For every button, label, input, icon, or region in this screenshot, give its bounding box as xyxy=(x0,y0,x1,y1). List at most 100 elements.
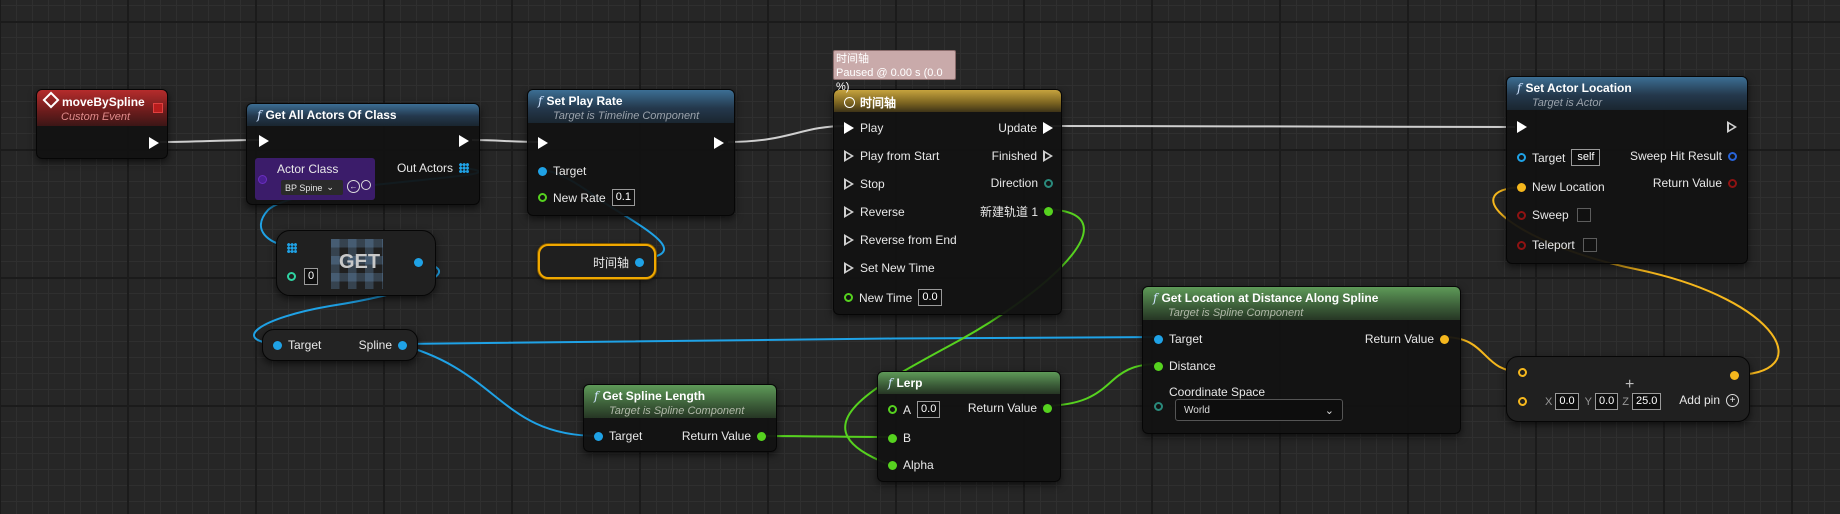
class-pin[interactable] xyxy=(258,175,267,184)
stop-label: Stop xyxy=(860,177,885,191)
new-time-pin[interactable] xyxy=(844,293,853,302)
set-new-time-pin[interactable] xyxy=(844,262,854,274)
target-pin[interactable] xyxy=(273,340,282,350)
delegate-pin[interactable] xyxy=(153,103,163,113)
z-label: Z xyxy=(1622,395,1630,408)
function-icon: f xyxy=(1517,81,1522,95)
sweep-checkbox[interactable] xyxy=(1576,208,1591,222)
b-pin[interactable] xyxy=(888,433,897,443)
return-value-pin[interactable] xyxy=(1043,403,1052,413)
spline-getter-node[interactable]: Target Spline xyxy=(262,329,418,361)
timeline-node[interactable]: 时间轴 Play Play from Start Stop Reverse Re… xyxy=(833,89,1062,315)
y-field[interactable]: 0.0 xyxy=(1594,393,1619,410)
play-from-start-label: Play from Start xyxy=(860,149,940,163)
y-label: Y xyxy=(1584,395,1592,408)
get-label: GET xyxy=(339,251,381,273)
play-pin[interactable] xyxy=(844,122,854,134)
timeline-out-pin[interactable] xyxy=(635,258,644,267)
coord-space-dropdown[interactable]: World ⌄ xyxy=(1175,399,1343,421)
alpha-pin[interactable] xyxy=(888,460,897,470)
target-pin[interactable] xyxy=(538,166,547,176)
b-label: B xyxy=(903,431,912,445)
sweep-pin[interactable] xyxy=(1517,210,1526,220)
reverse-pin[interactable] xyxy=(844,206,854,218)
function-icon: f xyxy=(257,108,262,122)
finished-pin[interactable] xyxy=(1043,150,1053,162)
teleport-pin[interactable] xyxy=(1517,240,1526,250)
vector-add-node[interactable]: + X 0.0 Y 0.0 Z 25.0 Add pin + xyxy=(1506,356,1750,422)
index-pin[interactable] xyxy=(287,272,296,281)
set-actor-location-node[interactable]: f Set Actor Location Target is Actor Targ… xyxy=(1506,76,1748,264)
coord-space-pin[interactable] xyxy=(1154,402,1163,411)
play-from-start-pin[interactable] xyxy=(844,150,854,162)
exec-in-pin[interactable] xyxy=(259,135,269,147)
getlocation-title: Get Location at Distance Along Spline xyxy=(1161,291,1379,305)
a-pin[interactable] xyxy=(888,405,897,414)
add-pin-button[interactable]: Add pin + xyxy=(1679,393,1739,407)
use-selected-icon[interactable]: ← xyxy=(347,180,360,193)
add-in-pin-b[interactable] xyxy=(1518,397,1527,406)
exec-out-pin[interactable] xyxy=(149,137,159,149)
direction-pin[interactable] xyxy=(1044,178,1053,188)
teleport-checkbox[interactable] xyxy=(1582,238,1597,252)
timeline-variable-node[interactable]: 时间轴 xyxy=(538,244,656,279)
exec-out-pin[interactable] xyxy=(714,137,724,149)
target-pin[interactable] xyxy=(1154,334,1163,344)
index-field[interactable]: 0 xyxy=(304,268,319,285)
array-pin-icon[interactable] xyxy=(287,243,297,253)
x-field[interactable]: 0.0 xyxy=(1555,393,1579,410)
return-value-pin[interactable] xyxy=(1440,334,1449,344)
actor-class-box[interactable]: Actor Class BP Spine ⌄ ← xyxy=(255,158,375,200)
lerp-node[interactable]: f Lerp A 0.0 B Alpha Return Value xyxy=(877,371,1061,482)
reverse-from-end-pin[interactable] xyxy=(844,234,854,246)
track-pin[interactable] xyxy=(1044,207,1053,216)
add-in-pin-a[interactable] xyxy=(1518,368,1527,377)
new-time-field[interactable]: 0.0 xyxy=(918,289,942,306)
exec-in-pin[interactable] xyxy=(538,137,548,149)
exec-out-pin[interactable] xyxy=(1727,121,1737,133)
target-self-field[interactable]: self xyxy=(1571,149,1601,166)
get-spline-length-node[interactable]: f Get Spline Length Target is Spline Comp… xyxy=(583,384,777,452)
get-all-actors-node[interactable]: f Get All Actors Of Class Actor Class BP … xyxy=(246,103,480,205)
new-rate-field[interactable]: 0.1 xyxy=(611,189,635,206)
setplayrate-title: Set Play Rate xyxy=(546,94,623,108)
stop-pin[interactable] xyxy=(844,178,854,190)
z-field[interactable]: 25.0 xyxy=(1632,393,1662,410)
custom-event-node[interactable]: moveBySpline Custom Event xyxy=(36,89,168,159)
chevron-down-icon: ⌄ xyxy=(1324,404,1334,417)
getlocation-subtitle: Target is Spline Component xyxy=(1168,307,1304,319)
update-pin[interactable] xyxy=(1043,122,1053,134)
get-array-node[interactable]: GET 0 xyxy=(276,230,436,296)
sweep-hit-pin[interactable] xyxy=(1728,151,1737,161)
alpha-label: Alpha xyxy=(903,458,934,472)
return-value-pin[interactable] xyxy=(1728,178,1737,188)
target-pin[interactable] xyxy=(1517,153,1526,162)
tooltip-title: 时间轴 xyxy=(836,53,869,65)
set-play-rate-node[interactable]: f Set Play Rate Target is Timeline Compon… xyxy=(527,89,735,216)
wire-exec-setplayrate-to-play xyxy=(727,125,847,143)
new-location-pin[interactable] xyxy=(1517,182,1526,192)
get-out-pin[interactable] xyxy=(414,258,423,267)
new-rate-pin[interactable] xyxy=(538,193,547,202)
distance-pin[interactable] xyxy=(1154,361,1163,371)
return-value-pin[interactable] xyxy=(757,431,766,441)
exec-out-pin[interactable] xyxy=(459,135,469,147)
actor-class-dropdown[interactable]: BP Spine ⌄ xyxy=(281,180,343,195)
actor-class-label: Actor Class xyxy=(277,162,339,176)
timeline-tooltip: 时间轴 Paused @ 0.00 s (0.0 %) xyxy=(833,50,956,93)
finished-label: Finished xyxy=(991,149,1037,163)
get-location-node[interactable]: f Get Location at Distance Along Spline T… xyxy=(1142,286,1461,434)
distance-label: Distance xyxy=(1169,359,1216,373)
spline-out-pin[interactable] xyxy=(398,340,407,350)
setplayrate-subtitle: Target is Timeline Component xyxy=(553,110,700,122)
wire-spline-to-getsplinelength xyxy=(397,343,599,437)
target-pin[interactable] xyxy=(594,431,603,441)
search-icon[interactable] xyxy=(361,180,371,190)
chevron-down-icon: ⌄ xyxy=(326,182,334,192)
a-field[interactable]: 0.0 xyxy=(917,401,941,418)
array-pin-icon[interactable] xyxy=(459,163,469,173)
exec-in-pin[interactable] xyxy=(1517,121,1527,133)
function-icon: f xyxy=(888,376,893,390)
lerp-title: Lerp xyxy=(896,376,923,390)
add-out-pin[interactable] xyxy=(1730,371,1739,380)
